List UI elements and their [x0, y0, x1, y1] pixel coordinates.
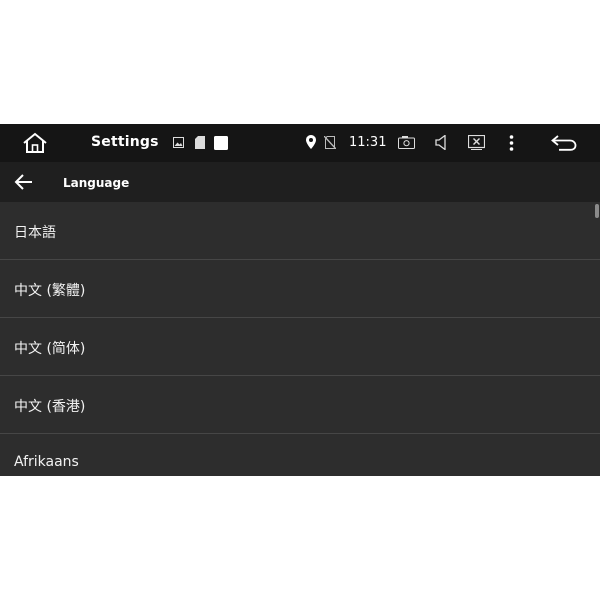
- arrow-left-icon[interactable]: [14, 173, 34, 191]
- language-label: 中文 (简体): [14, 341, 86, 357]
- page-title: Language: [63, 176, 130, 190]
- back-arrow-icon[interactable]: [551, 135, 577, 151]
- location-pin-icon: [306, 135, 316, 149]
- language-list: 日本語 中文 (繁體) 中文 (简体) 中文 (香港) Afrikaans: [0, 202, 600, 476]
- scrollbar[interactable]: [595, 204, 599, 218]
- more-vert-icon[interactable]: [509, 135, 514, 151]
- app-bar: Language: [0, 162, 600, 202]
- clock: 11:31: [349, 135, 387, 150]
- android-screen: Settings 11:31 Language 日本語 中文 (繁體) 中文 (…: [0, 124, 600, 476]
- list-item[interactable]: 日本語: [0, 202, 600, 260]
- no-sim-icon: [324, 136, 336, 149]
- sd-card-icon: [195, 136, 205, 149]
- language-label: Afrikaans: [14, 454, 79, 470]
- language-label: 日本語: [14, 225, 56, 241]
- language-label: 中文 (香港): [14, 399, 86, 415]
- list-item[interactable]: 中文 (香港): [0, 376, 600, 434]
- status-bar: Settings 11:31: [0, 124, 600, 162]
- volume-icon[interactable]: [435, 135, 447, 150]
- list-item[interactable]: 中文 (简体): [0, 318, 600, 376]
- home-icon[interactable]: [22, 132, 48, 154]
- list-item[interactable]: Afrikaans: [0, 434, 600, 476]
- square-icon: [214, 136, 228, 150]
- status-title: Settings: [91, 134, 159, 150]
- screenshot-icon[interactable]: [398, 136, 415, 149]
- image-icon: [173, 137, 184, 148]
- language-label: 中文 (繁體): [14, 283, 86, 299]
- close-box-icon[interactable]: [468, 135, 485, 150]
- list-item[interactable]: 中文 (繁體): [0, 260, 600, 318]
